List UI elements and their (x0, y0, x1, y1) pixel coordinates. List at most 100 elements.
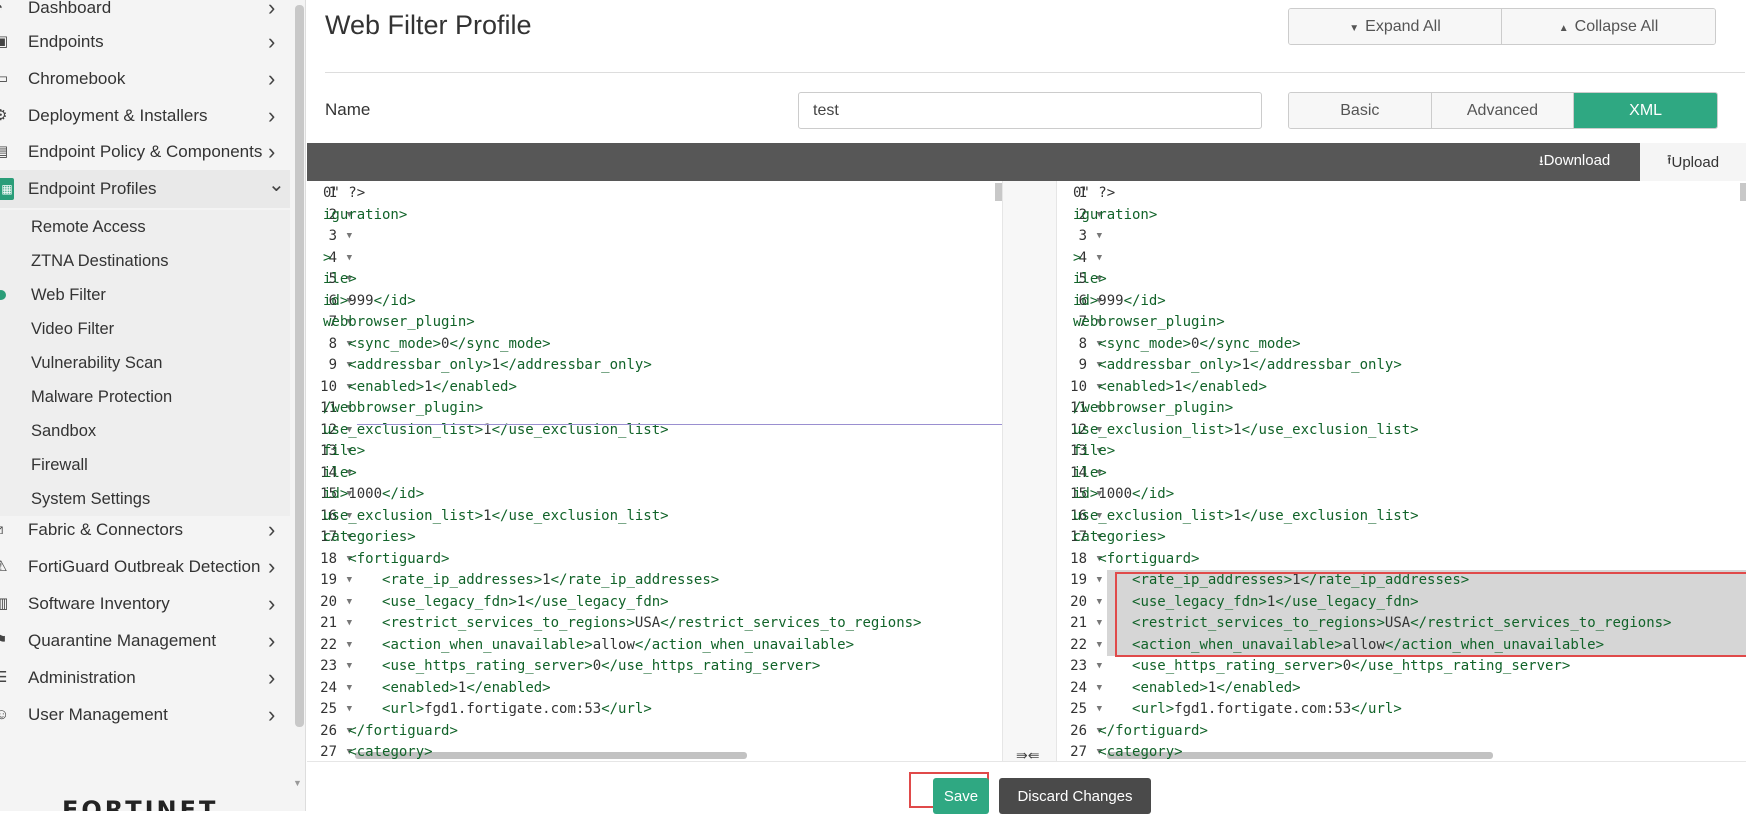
discard-changes-button[interactable]: Discard Changes (999, 778, 1151, 814)
xml-tag: </action_when_unavailable> (634, 636, 855, 653)
code-line[interactable]: <url>fgd1.fortigate.com:53</url> (323, 699, 652, 721)
sidebar-item-user-management[interactable]: ☺ User Management › (0, 696, 290, 734)
vertical-scrollbar[interactable] (1740, 183, 1746, 201)
sidebar-item-endpoints[interactable]: ▣ Endpoints › (0, 23, 290, 61)
scroll-down-icon[interactable]: ▼ (293, 778, 302, 788)
mode-basic-button[interactable]: Basic (1289, 93, 1432, 128)
code-line[interactable]: ile> (323, 463, 357, 485)
xml-text (323, 615, 382, 631)
mode-xml-button[interactable]: XML (1574, 93, 1717, 128)
sidebar-item-endpoint-policy-components[interactable]: ▤ Endpoint Policy & Components › (0, 133, 290, 171)
sidebar-item-fabric-connectors[interactable]: ⧄ Fabric & Connectors › (0, 511, 290, 549)
code-line[interactable]: /webbrowser_plugin> (323, 398, 483, 420)
code-line[interactable]: <category> (323, 742, 432, 761)
code-line[interactable]: iguration> (1073, 205, 1157, 227)
code-line[interactable]: iguration> (323, 205, 407, 227)
code-line[interactable]: <url>fgd1.fortigate.com:53</url> (1073, 699, 1402, 721)
code-line[interactable]: webbrowser_plugin> (1073, 312, 1225, 334)
fold-toggle-icon[interactable]: ▼ (1097, 248, 1102, 270)
sidebar-item-software-inventory[interactable]: ▥ Software Inventory › (0, 585, 290, 623)
sidebar-item-quarantine-management[interactable]: ⚑ Quarantine Management › (0, 622, 290, 660)
code-line[interactable]: <addressbar_only>1</addressbar_only> (1073, 355, 1401, 377)
code-line[interactable]: <addressbar_only>1</addressbar_only> (323, 355, 651, 377)
sidebar-subitem-web-filter[interactable]: Web Filter (0, 278, 290, 312)
code-line[interactable]: /webbrowser_plugin> (1073, 398, 1233, 420)
code-line[interactable]: id>1000</id> (323, 484, 424, 506)
code-line[interactable]: <fortiguard> (1073, 549, 1199, 571)
sidebar-subitem-remote-access[interactable]: Remote Access (0, 210, 290, 244)
code-line[interactable]: file> (1073, 441, 1115, 463)
code-line[interactable]: 0" ?> (1073, 183, 1115, 205)
sidebar-subitem-malware-protection[interactable]: Malware Protection (0, 380, 290, 414)
code-line[interactable]: <action_when_unavailable>allow</action_w… (323, 635, 854, 657)
code-line[interactable]: <use_legacy_fdn>1</use_legacy_fdn> (323, 592, 669, 614)
sidebar-item-deployment-installers[interactable]: ⚙ Deployment & Installers › (0, 97, 290, 135)
xml-tag: id> (1073, 486, 1099, 502)
code-line[interactable]: </fortiguard> (323, 721, 458, 743)
code-line[interactable]: file> (323, 441, 365, 463)
xml-editor-left[interactable]: 1 2 ▼ 3 ▼ 4 ▼ 5 ▼ 6 ▼ 7 ▼ 8 ▼ 9 ▼ 10 ▼ 11 ▼ 12 ▼ 13 ▼ 14 ▼ 15 ▼ 16 ▼ 17… (307, 181, 1002, 761)
code-line[interactable]: <category> (1073, 742, 1182, 761)
xml-tag: iguration> (323, 206, 408, 223)
code-line[interactable]: <enabled>1</enabled> (323, 377, 517, 399)
code-line[interactable]: webbrowser_plugin> (323, 312, 475, 334)
code-line[interactable]: <sync_mode>0</sync_mode> (1073, 334, 1300, 356)
code-line[interactable]: ile> (323, 269, 357, 291)
xml-tag: </sync_mode> (449, 335, 551, 352)
code-line[interactable]: use_exclusion_list>1</use_exclusion_list… (1073, 420, 1419, 442)
xml-tag: </url> (1351, 701, 1402, 717)
code-line[interactable]: id>1000</id> (1073, 484, 1174, 506)
sidebar-item-fortiguard-outbreak-detection[interactable]: ⚠ FortiGuard Outbreak Detection › (0, 548, 290, 586)
sidebar-subitem-system-settings[interactable]: System Settings (0, 482, 290, 516)
code-line[interactable]: ile> (1073, 269, 1107, 291)
sidebar-item-chromebook[interactable]: ▭ Chromebook › (0, 60, 290, 98)
sidebar-subitem-ztna-destinations[interactable]: ZTNA Destinations (0, 244, 290, 278)
code-line[interactable]: ile> (1073, 463, 1107, 485)
code-line[interactable]: id>999</id> (1073, 291, 1166, 313)
code-line[interactable]: <enabled>1</enabled> (323, 678, 551, 700)
collapse-all-button[interactable]: ▲ Collapse All (1502, 9, 1715, 44)
profiles-icon: ▦ (0, 178, 14, 200)
code-line[interactable]: id>999</id> (323, 291, 416, 313)
code-line[interactable]: > (1073, 248, 1081, 270)
code-line[interactable]: <enabled>1</enabled> (1073, 678, 1301, 700)
upload-button[interactable]: ⭱ Upload (1640, 143, 1746, 181)
code-line[interactable]: <use_https_rating_server>0</use_https_ra… (1073, 656, 1570, 678)
code-line[interactable]: <sync_mode>0</sync_mode> (323, 334, 551, 356)
download-button[interactable]: ⭳Download (1539, 152, 1610, 174)
sidebar-subitem-video-filter[interactable]: Video Filter (0, 312, 290, 346)
fold-toggle-icon[interactable]: ▼ (347, 226, 352, 248)
code-line[interactable]: <action_when_unavailable>allow</action_w… (1073, 635, 1604, 657)
code-line[interactable]: <rate_ip_addresses>1</rate_ip_addresses> (1073, 570, 1469, 592)
save-button[interactable]: Save (933, 778, 989, 814)
sidebar-scrollbar[interactable] (295, 5, 304, 727)
code-line[interactable]: categories> (1073, 527, 1166, 549)
code-line[interactable]: > (323, 248, 331, 270)
code-line[interactable]: use_exclusion_list>1</use_exclusion_list… (1073, 506, 1419, 528)
xml-editor-right[interactable]: 1 2 ▼ 3 ▼ 4 ▼ 5 ▼ 6 ▼ 7 ▼ 8 ▼ 9 ▼ 10 ▼ 11 ▼ 12 ▼ 13 ▼ 14 ▼ 15 ▼ 16 ▼ 17… (1057, 181, 1746, 761)
code-line[interactable]: use_exclusion_list>1</use_exclusion_list… (323, 420, 669, 442)
xml-tag: use_exclusion_list> (323, 507, 484, 524)
name-input[interactable] (798, 92, 1262, 129)
expand-all-button[interactable]: ▼ Expand All (1289, 9, 1502, 44)
code-line[interactable]: categories> (323, 527, 416, 549)
code-line[interactable]: <rate_ip_addresses>1</rate_ip_addresses> (323, 570, 719, 592)
code-line[interactable]: <enabled>1</enabled> (1073, 377, 1267, 399)
code-line[interactable]: <restrict_services_to_regions>USA</restr… (1073, 613, 1671, 635)
sidebar-subitem-firewall[interactable]: Firewall (0, 448, 290, 482)
vertical-scrollbar[interactable] (995, 183, 1002, 201)
code-line[interactable]: 0" ?> (323, 183, 365, 205)
mode-advanced-button[interactable]: Advanced (1431, 93, 1575, 128)
code-line[interactable]: use_exclusion_list>1</use_exclusion_list… (323, 506, 669, 528)
fold-toggle-icon[interactable]: ▼ (1097, 226, 1102, 248)
code-line[interactable]: <fortiguard> (323, 549, 449, 571)
sidebar-subitem-sandbox[interactable]: Sandbox (0, 414, 290, 448)
code-line[interactable]: <restrict_services_to_regions>USA</restr… (323, 613, 921, 635)
code-line[interactable]: </fortiguard> (1073, 721, 1208, 743)
sidebar-item-administration[interactable]: ☰ Administration › (0, 659, 290, 697)
code-line[interactable]: <use_https_rating_server>0</use_https_ra… (323, 656, 820, 678)
sidebar-subitem-vulnerability-scan[interactable]: Vulnerability Scan (0, 346, 290, 380)
fold-toggle-icon[interactable]: ▼ (347, 248, 352, 270)
code-line[interactable]: <use_legacy_fdn>1</use_legacy_fdn> (1073, 592, 1419, 614)
sidebar-item-endpoint-profiles[interactable]: ▦ Endpoint Profiles ⌄ (0, 170, 290, 208)
